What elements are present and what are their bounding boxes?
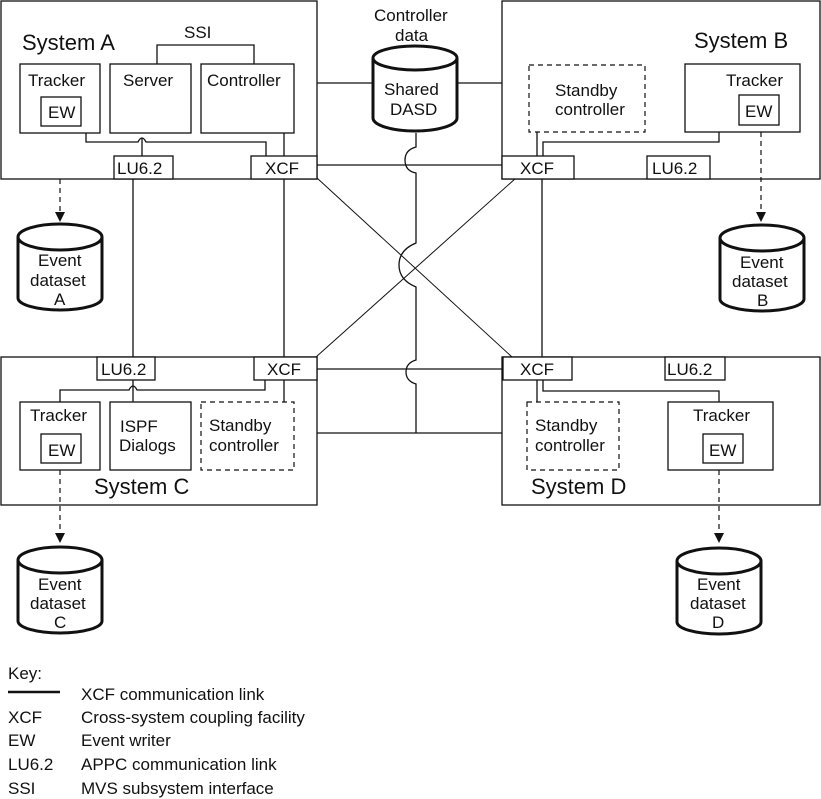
dataset-a-line3: A [54,290,66,309]
dataset-a-top [16,222,104,252]
system-b-title: System B [694,28,788,53]
standby-d-label-2: controller [535,436,605,455]
dataset-c-line2: dataset [30,594,86,613]
dataset-c-line1: Event [38,575,82,594]
ssi-label: SSI [184,23,211,42]
legend-desc-2: Event writer [81,731,171,750]
ew-c-label: EW [48,441,75,460]
lu62-b-label: LU6.2 [652,159,697,178]
dataset-b-line2: dataset [732,272,788,291]
legend-desc-0: XCF communication link [81,685,265,704]
dataset-d-line1: Event [697,575,741,594]
legend-term-3: LU6.2 [8,755,53,774]
legend-term-2: EW [8,731,35,750]
tracker-c-label: Tracker [30,406,87,425]
ew-d-label: EW [709,441,736,460]
standby-c-label-2: controller [209,436,279,455]
system-a-title: System A [22,30,115,55]
ew-a-label: EW [48,103,75,122]
system-d: XCF LU6.2 Standby controller Tracker EW … [501,356,821,506]
dasd-cylinder-top [371,44,459,72]
lu62-a-label: LU6.2 [117,159,162,178]
arrow-down-icon [55,533,65,543]
dataset-d-line2: dataset [690,594,746,613]
lu62-d-label: LU6.2 [667,360,712,379]
standby-b-label-2: controller [555,100,625,119]
ew-b-label: EW [745,102,772,121]
system-c-title: System C [94,474,189,499]
dataset-c-top [16,545,104,575]
tracker-a-label: Tracker [28,71,85,90]
controller-data-caption-2: data [395,26,429,45]
dataset-b-line1: Event [740,253,784,272]
lu62-c-label: LU6.2 [101,360,146,379]
tracker-d-label: Tracker [693,406,750,425]
dataset-b-line3: B [757,291,768,310]
legend-desc-3: APPC communication link [81,755,277,774]
link-dasd-vertical [398,133,417,433]
tracker-b-label: Tracker [726,71,783,90]
xcf-d-label: XCF [520,360,554,379]
standby-c-label-1: Standby [209,416,272,435]
dataset-a-line2: dataset [30,271,86,290]
arrow-down-icon [714,533,724,543]
event-dataset-a: Event dataset A [16,179,104,312]
dasd-label-1: Shared [384,80,439,99]
ispf-c-label-2: Dialogs [119,436,176,455]
standby-d-label-1: Standby [535,416,598,435]
legend-desc-1: Cross-system coupling facility [81,708,305,727]
dasd-label-2: DASD [390,100,437,119]
legend-title: Key: [8,664,42,683]
dataset-d-line3: D [712,613,724,632]
ispf-c-label-1: ISPF [120,417,158,436]
server-a-label: Server [123,71,173,90]
legend-term-4: SSI [8,779,35,798]
controller-data-caption-1: Controller [374,6,448,25]
arrow-down-icon [55,212,65,222]
dataset-a-line1: Event [38,251,82,270]
shared-dasd: Controller data Shared DASD [371,6,459,133]
xcf-b-label: XCF [520,159,554,178]
legend: Key: XCF communication link XCF Cross-sy… [8,664,305,798]
controller-a-label: Controller [207,71,281,90]
system-d-title: System D [531,474,626,499]
dataset-b-top [718,223,806,253]
system-a: System A SSI Tracker EW Server Controlle… [0,0,318,180]
legend-desc-4: MVS subsystem interface [81,779,274,798]
standby-b-label-1: Standby [555,81,618,100]
dataset-d-top [675,546,763,576]
dataset-c-line3: C [54,613,66,632]
legend-term-1: XCF [8,708,42,727]
system-c: LU6.2 XCF Tracker EW ISPF Dialogs Standb… [0,356,318,506]
xcf-c-label: XCF [267,360,301,379]
system-b: System B Standby controller Tracker EW X… [501,0,821,180]
diagram-canvas: System A SSI Tracker EW Server Controlle… [0,0,821,798]
arrow-down-icon [756,212,766,222]
xcf-a-label: XCF [265,159,299,178]
